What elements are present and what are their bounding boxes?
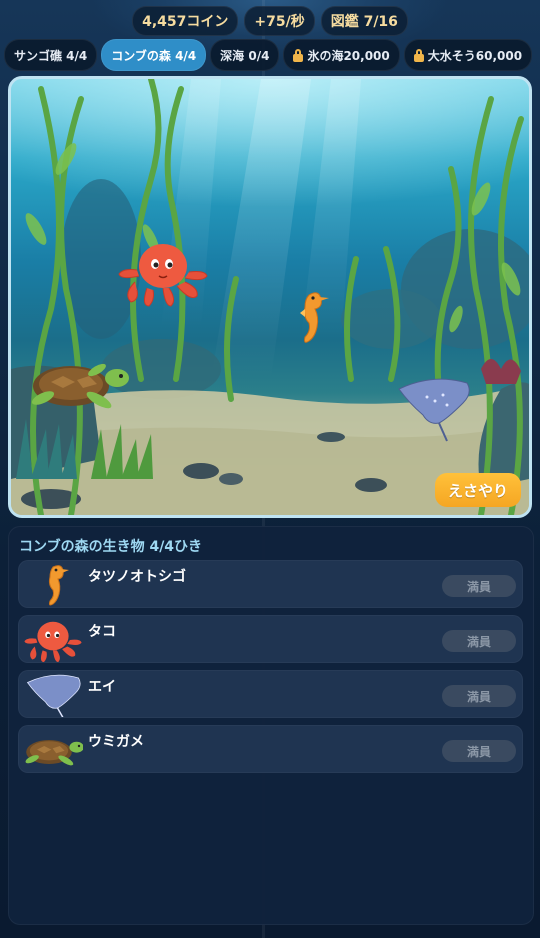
tab-label: コンブの森 4/4 (111, 48, 197, 63)
income-rate: +75/秒 (244, 6, 315, 36)
lock-icon (293, 48, 304, 62)
tab-coral-reef[interactable]: サンゴ礁 4/4 (4, 39, 98, 71)
pebble (219, 473, 243, 485)
stats-bar: 4,457コイン +75/秒 図鑑 7/16 (0, 6, 540, 36)
full-badge: 満員 (442, 575, 516, 597)
tab-label: サンゴ礁 4/4 (14, 48, 88, 63)
creatures-panel: コンブの森の生き物 4/4ひき タツノオトシゴ 満員 タコ 満員 エイ 満員 ウ… (8, 526, 534, 925)
tab-label: 深海 0/4 (220, 48, 270, 63)
tab-kelp-forest[interactable]: コンブの森 4/4 (101, 39, 207, 71)
tab-label: 大水そう60,000 (427, 48, 523, 63)
aquarium-tank[interactable]: えさやり (8, 76, 532, 518)
rock (341, 289, 441, 349)
tab-deep-sea[interactable]: 深海 0/4 (210, 39, 280, 71)
coral (481, 359, 521, 384)
creature-name: エイ (88, 679, 116, 695)
creature-name: ウミガメ (88, 734, 144, 750)
feed-button[interactable]: えさやり (435, 473, 521, 507)
rock (101, 339, 221, 399)
seahorse-icon (48, 565, 69, 606)
collection-counter[interactable]: 図鑑 7/16 (320, 6, 408, 36)
octopus-icon (24, 621, 82, 662)
full-badge: 満員 (442, 740, 516, 762)
pebble (355, 478, 387, 492)
list-item[interactable]: エイ 満員 (18, 670, 523, 718)
full-badge: 満員 (442, 630, 516, 652)
tank-scene (11, 79, 529, 515)
tab-ice-sea[interactable]: 氷の海20,000 (283, 39, 400, 71)
full-badge: 満員 (442, 685, 516, 707)
pebble (183, 463, 219, 479)
area-tabs: サンゴ礁 4/4 コンブの森 4/4 深海 0/4 氷の海20,000 大水そう… (4, 39, 536, 71)
list-item[interactable]: タツノオトシゴ 満員 (18, 560, 523, 608)
creature-name: タコ (88, 624, 116, 640)
tab-big-tank[interactable]: 大水そう60,000 (403, 39, 533, 71)
pebble (317, 432, 345, 442)
creature-name: タツノオトシゴ (88, 569, 186, 585)
list-item[interactable]: タコ 満員 (18, 615, 523, 663)
list-item[interactable]: ウミガメ 満員 (18, 725, 523, 773)
tab-label: 氷の海20,000 (307, 48, 390, 63)
coin-counter: 4,457コイン (132, 6, 239, 36)
ray-icon (26, 674, 81, 717)
turtle-icon (25, 740, 83, 766)
panel-title: コンブの森の生き物 4/4ひき (19, 539, 203, 555)
lock-icon (413, 48, 424, 62)
